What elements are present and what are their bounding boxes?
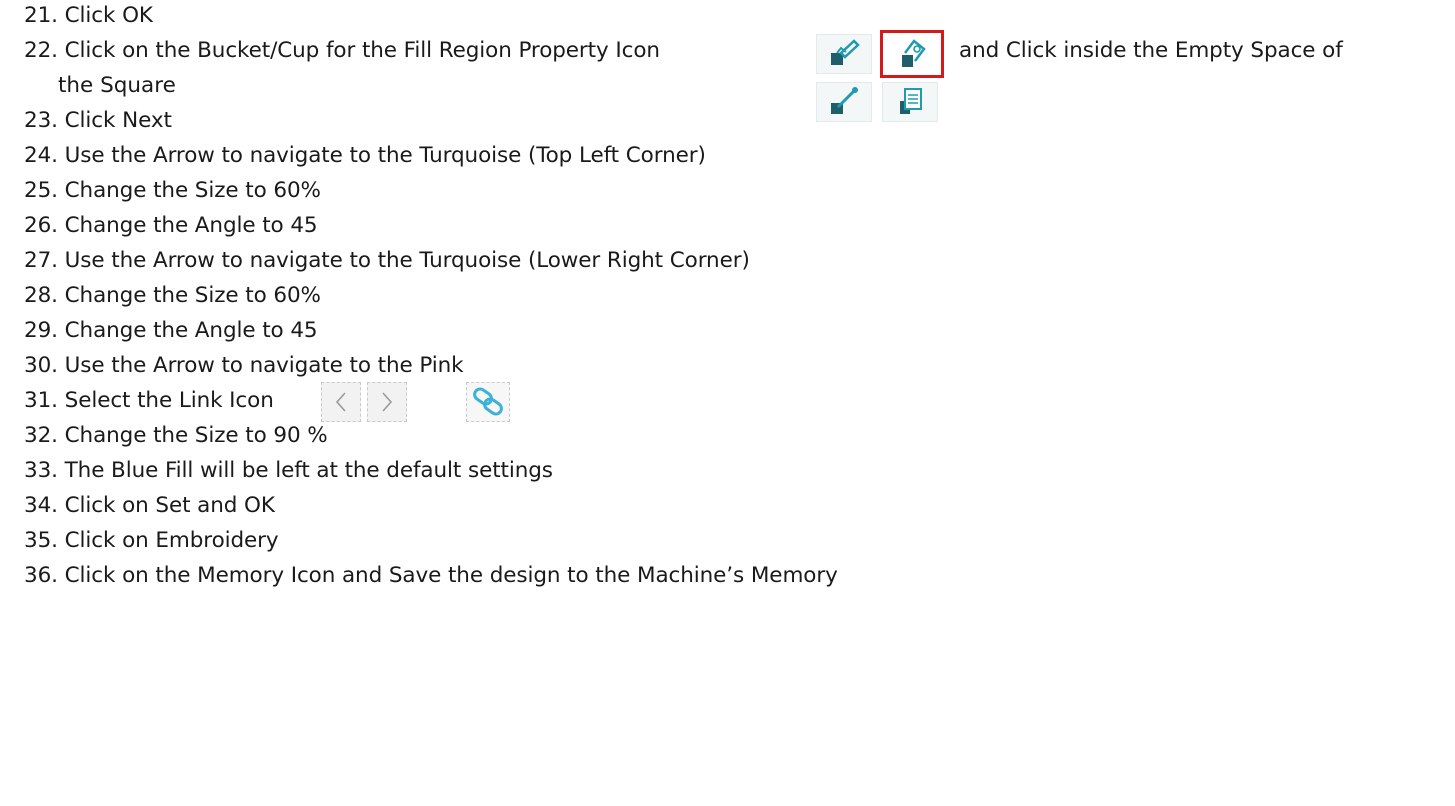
step-22-continuation: the Square (58, 72, 176, 100)
step-text: Select the Link Icon (64, 388, 274, 413)
step-text: Change the Size to 90 % (64, 423, 328, 448)
step-number: 29. (24, 318, 58, 343)
step-number: 25. (24, 178, 58, 203)
step-31: 31. Select the Link Icon (24, 387, 274, 415)
bucket-fill-icon[interactable] (880, 30, 944, 78)
step-text: Change the Angle to 45 (64, 318, 318, 343)
step-34: 34. Click on Set and OK (24, 492, 275, 520)
step-number: 35. (24, 528, 58, 553)
step-text: Click on the Bucket/Cup for the Fill Reg… (64, 38, 660, 63)
step-number: 28. (24, 283, 58, 308)
eyedropper-icon[interactable] (816, 82, 872, 122)
step-35: 35. Click on Embroidery (24, 527, 279, 555)
step-number: 34. (24, 493, 58, 518)
step-28: 28. Change the Size to 60% (24, 282, 321, 310)
step-22-after-icon: and Click inside the Empty Space of (959, 37, 1343, 65)
step-number: 32. (24, 423, 58, 448)
step-number: 27. (24, 248, 58, 273)
step-21: 21. Click OK (24, 2, 153, 30)
step-22: 22. Click on the Bucket/Cup for the Fill… (24, 37, 660, 65)
step-text: Click Next (64, 108, 172, 133)
step-text: Click on Set and OK (64, 493, 275, 518)
nav-icon-group (321, 380, 531, 424)
brush-fill-icon[interactable] (816, 34, 872, 74)
step-25: 25. Change the Size to 60% (24, 177, 321, 205)
step-30: 30. Use the Arrow to navigate to the Pin… (24, 352, 464, 380)
step-text: Click on Embroidery (64, 528, 279, 553)
arrow-right-icon[interactable] (367, 382, 407, 422)
step-26: 26. Change the Angle to 45 (24, 212, 318, 240)
step-number: 33. (24, 458, 58, 483)
step-27: 27. Use the Arrow to navigate to the Tur… (24, 247, 750, 275)
step-number: 30. (24, 353, 58, 378)
step-33: 33. The Blue Fill will be left at the de… (24, 457, 553, 485)
step-text: Use the Arrow to navigate to the Turquoi… (64, 143, 706, 168)
step-24: 24. Use the Arrow to navigate to the Tur… (24, 142, 706, 170)
fill-icon-panel (816, 30, 946, 126)
fill-properties-icon[interactable] (882, 82, 938, 122)
step-text: Use the Arrow to navigate to the Turquoi… (64, 248, 750, 273)
link-icon[interactable] (466, 382, 510, 422)
step-text: Click OK (64, 3, 153, 28)
step-text: Use the Arrow to navigate to the Pink (64, 353, 464, 378)
step-number: 31. (24, 388, 58, 413)
step-36: 36. Click on the Memory Icon and Save th… (24, 562, 838, 590)
step-number: 21. (24, 3, 58, 28)
step-text: The Blue Fill will be left at the defaul… (64, 458, 553, 483)
step-32: 32. Change the Size to 90 % (24, 422, 328, 450)
step-text: Change the Angle to 45 (64, 213, 318, 238)
step-number: 24. (24, 143, 58, 168)
step-text: Click on the Memory Icon and Save the de… (64, 563, 838, 588)
step-number: 22. (24, 38, 58, 63)
step-number: 36. (24, 563, 58, 588)
step-text-continuation: the Square (58, 73, 176, 98)
step-23: 23. Click Next (24, 107, 172, 135)
step-text: Change the Size to 60% (64, 178, 321, 203)
step-text: Change the Size to 60% (64, 283, 321, 308)
step-number: 23. (24, 108, 58, 133)
step-29: 29. Change the Angle to 45 (24, 317, 318, 345)
step-text-after-icon: and Click inside the Empty Space of (959, 38, 1343, 63)
step-number: 26. (24, 213, 58, 238)
arrow-left-icon[interactable] (321, 382, 361, 422)
